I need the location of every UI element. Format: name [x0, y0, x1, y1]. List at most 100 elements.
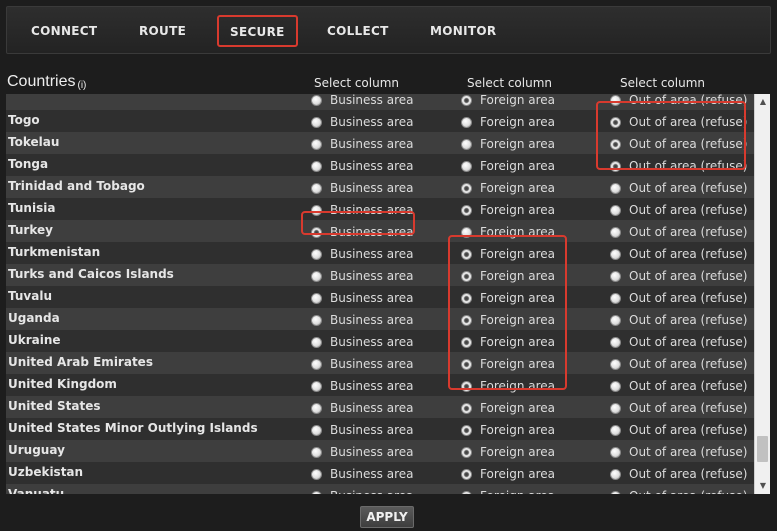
option-out[interactable]: Out of area (refuse)	[610, 180, 747, 196]
option-foreign[interactable]: Foreign area	[461, 268, 555, 284]
tab-collect[interactable]: COLLECT	[327, 7, 389, 55]
option-foreign[interactable]: Foreign area	[461, 180, 555, 196]
option-foreign[interactable]: Foreign area	[461, 466, 555, 482]
radio-foreign[interactable]	[461, 402, 472, 414]
radio-out[interactable]	[610, 204, 621, 216]
tab-connect[interactable]: CONNECT	[31, 7, 97, 55]
option-foreign[interactable]: Foreign area	[461, 202, 555, 218]
triangle-down-icon[interactable]: ▼	[755, 478, 771, 494]
radio-foreign[interactable]	[461, 204, 472, 216]
option-foreign[interactable]: Foreign area	[461, 94, 555, 108]
radio-business[interactable]	[311, 446, 322, 458]
option-business[interactable]: Business area	[311, 334, 414, 350]
radio-out[interactable]	[610, 270, 621, 282]
radio-foreign[interactable]	[461, 424, 472, 436]
radio-foreign[interactable]	[461, 270, 472, 282]
tab-route[interactable]: ROUTE	[139, 7, 186, 55]
option-out[interactable]: Out of area (refuse)	[610, 268, 747, 284]
radio-foreign[interactable]	[461, 160, 472, 172]
radio-out[interactable]	[610, 160, 621, 172]
option-foreign[interactable]: Foreign area	[461, 422, 555, 438]
option-out[interactable]: Out of area (refuse)	[610, 202, 747, 218]
option-foreign[interactable]: Foreign area	[461, 488, 555, 494]
option-business[interactable]: Business area	[311, 136, 414, 152]
radio-foreign[interactable]	[461, 468, 472, 480]
option-business[interactable]: Business area	[311, 94, 414, 108]
option-foreign[interactable]: Foreign area	[461, 334, 555, 350]
radio-business[interactable]	[311, 468, 322, 480]
option-out[interactable]: Out of area (refuse)	[610, 114, 747, 130]
radio-foreign[interactable]	[461, 446, 472, 458]
radio-foreign[interactable]	[461, 336, 472, 348]
option-business[interactable]: Business area	[311, 422, 414, 438]
option-out[interactable]: Out of area (refuse)	[610, 136, 747, 152]
option-out[interactable]: Out of area (refuse)	[610, 246, 747, 262]
radio-out[interactable]	[610, 490, 621, 494]
option-foreign[interactable]: Foreign area	[461, 378, 555, 394]
triangle-up-icon[interactable]: ▲	[755, 94, 771, 110]
radio-business[interactable]	[311, 314, 322, 326]
radio-out[interactable]	[610, 468, 621, 480]
select-column-out[interactable]: Select column	[620, 76, 705, 90]
option-out[interactable]: Out of area (refuse)	[610, 94, 747, 108]
option-business[interactable]: Business area	[311, 378, 414, 394]
option-business[interactable]: Business area	[311, 444, 414, 460]
radio-business[interactable]	[311, 424, 322, 436]
option-foreign[interactable]: Foreign area	[461, 400, 555, 416]
option-foreign[interactable]: Foreign area	[461, 290, 555, 306]
option-business[interactable]: Business area	[311, 488, 414, 494]
radio-out[interactable]	[610, 446, 621, 458]
scrollbar-thumb[interactable]	[757, 436, 768, 462]
radio-foreign[interactable]	[461, 94, 472, 106]
radio-business[interactable]	[311, 226, 322, 238]
info-icon[interactable]: (i)	[77, 80, 86, 91]
radio-out[interactable]	[610, 116, 621, 128]
radio-business[interactable]	[311, 160, 322, 172]
radio-foreign[interactable]	[461, 380, 472, 392]
option-business[interactable]: Business area	[311, 114, 414, 130]
option-foreign[interactable]: Foreign area	[461, 114, 555, 130]
option-out[interactable]: Out of area (refuse)	[610, 488, 747, 494]
option-out[interactable]: Out of area (refuse)	[610, 444, 747, 460]
select-column-foreign[interactable]: Select column	[467, 76, 552, 90]
radio-foreign[interactable]	[461, 292, 472, 304]
option-business[interactable]: Business area	[311, 400, 414, 416]
option-foreign[interactable]: Foreign area	[461, 246, 555, 262]
option-business[interactable]: Business area	[311, 224, 414, 240]
option-business[interactable]: Business area	[311, 466, 414, 482]
option-business[interactable]: Business area	[311, 202, 414, 218]
option-business[interactable]: Business area	[311, 356, 414, 372]
option-business[interactable]: Business area	[311, 312, 414, 328]
radio-business[interactable]	[311, 116, 322, 128]
option-foreign[interactable]: Foreign area	[461, 312, 555, 328]
option-out[interactable]: Out of area (refuse)	[610, 290, 747, 306]
radio-foreign[interactable]	[461, 314, 472, 326]
radio-business[interactable]	[311, 336, 322, 348]
radio-out[interactable]	[610, 314, 621, 326]
radio-business[interactable]	[311, 138, 322, 150]
radio-out[interactable]	[610, 182, 621, 194]
radio-business[interactable]	[311, 182, 322, 194]
option-foreign[interactable]: Foreign area	[461, 444, 555, 460]
option-business[interactable]: Business area	[311, 290, 414, 306]
option-out[interactable]: Out of area (refuse)	[610, 466, 747, 482]
option-out[interactable]: Out of area (refuse)	[610, 312, 747, 328]
radio-business[interactable]	[311, 248, 322, 260]
tab-monitor[interactable]: MONITOR	[430, 7, 496, 55]
option-business[interactable]: Business area	[311, 158, 414, 174]
radio-foreign[interactable]	[461, 182, 472, 194]
option-business[interactable]: Business area	[311, 268, 414, 284]
radio-business[interactable]	[311, 358, 322, 370]
radio-business[interactable]	[311, 204, 322, 216]
table-scrollbar[interactable]: ▲ ▼	[754, 94, 770, 494]
radio-out[interactable]	[610, 424, 621, 436]
radio-out[interactable]	[610, 248, 621, 260]
radio-out[interactable]	[610, 380, 621, 392]
option-out[interactable]: Out of area (refuse)	[610, 378, 747, 394]
option-foreign[interactable]: Foreign area	[461, 224, 555, 240]
radio-business[interactable]	[311, 380, 322, 392]
radio-out[interactable]	[610, 336, 621, 348]
option-out[interactable]: Out of area (refuse)	[610, 356, 747, 372]
radio-out[interactable]	[610, 138, 621, 150]
option-out[interactable]: Out of area (refuse)	[610, 158, 747, 174]
